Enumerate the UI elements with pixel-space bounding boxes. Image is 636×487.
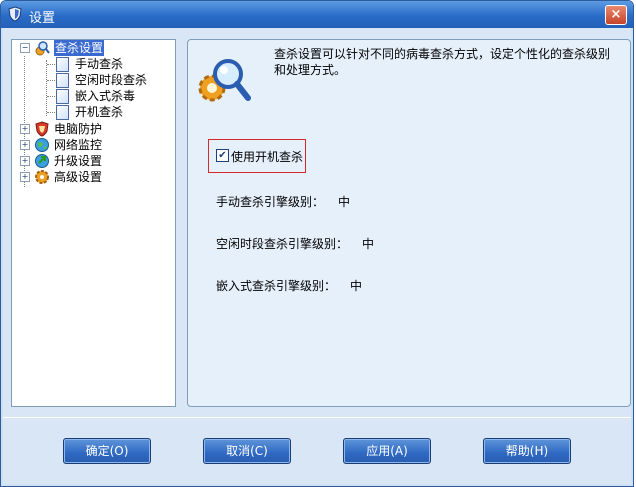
tree-connector bbox=[24, 56, 25, 187]
level-label: 手动查杀引擎级别： bbox=[216, 195, 325, 209]
magnifier-gear-icon bbox=[198, 59, 251, 102]
tree-item-label: 嵌入式杀毒 bbox=[75, 89, 136, 103]
boot-scan-label[interactable]: 使用开机查杀 bbox=[231, 148, 303, 165]
tree-connector bbox=[46, 60, 47, 116]
shield-icon bbox=[35, 121, 49, 137]
tree-item-label: 网络监控 bbox=[54, 138, 103, 152]
boot-scan-checkbox[interactable]: ✔ bbox=[216, 149, 229, 162]
help-button[interactable]: 帮助(H) bbox=[483, 438, 571, 464]
document-icon bbox=[56, 105, 69, 120]
document-icon bbox=[56, 57, 69, 72]
tree-item-label: 手动查杀 bbox=[75, 57, 124, 71]
collapse-icon[interactable]: − bbox=[20, 43, 30, 53]
expand-icon[interactable]: + bbox=[20, 156, 30, 166]
level-label: 空闲时段查杀引擎级别： bbox=[216, 237, 349, 251]
window-title: 设置 bbox=[29, 11, 56, 26]
level-value: 中 bbox=[350, 279, 363, 293]
tree-item-label: 空闲时段查杀 bbox=[75, 73, 148, 87]
magnifier-gear-icon bbox=[35, 41, 50, 56]
apply-button[interactable]: 应用(A) bbox=[343, 438, 431, 464]
title-bar[interactable]: 设置 × bbox=[1, 1, 633, 28]
idle-scan-level-row: 空闲时段查杀引擎级别： 中 bbox=[216, 235, 388, 252]
shield-icon bbox=[8, 6, 22, 22]
globe-icon bbox=[35, 138, 49, 152]
tree-connector bbox=[47, 96, 55, 97]
panel-description: 查杀设置可以针对不同的病毒查杀方式，设定个性化的查杀级别和处理方式。 bbox=[274, 47, 611, 77]
dialog-body: − 查杀设置 手动查杀 空闲时段查杀 嵌入式杀毒 开机查杀 + 电脑防护 + 网… bbox=[3, 28, 631, 484]
close-icon: × bbox=[610, 7, 622, 22]
manual-scan-level-row: 手动查杀引擎级别： 中 bbox=[216, 193, 364, 210]
level-label: 嵌入式查杀引擎级别： bbox=[216, 279, 337, 293]
settings-tree[interactable]: − 查杀设置 手动查杀 空闲时段查杀 嵌入式杀毒 开机查杀 + 电脑防护 + 网… bbox=[11, 39, 176, 407]
footer-divider bbox=[3, 417, 631, 418]
settings-window: 设置 × − 查杀设置 手动查杀 空闲时段查杀 嵌入式杀毒 开机查杀 + 电脑防… bbox=[0, 0, 634, 487]
document-icon bbox=[56, 73, 69, 88]
cancel-button[interactable]: 取消(C) bbox=[203, 438, 291, 464]
document-icon bbox=[56, 89, 69, 104]
tree-connector bbox=[47, 64, 55, 65]
tree-connector bbox=[47, 80, 55, 81]
close-button[interactable]: × bbox=[605, 5, 627, 25]
gear-icon bbox=[35, 170, 49, 184]
tree-item-label: 高级设置 bbox=[54, 170, 103, 184]
expand-icon[interactable]: + bbox=[20, 140, 30, 150]
tree-item-label: 升级设置 bbox=[54, 154, 103, 168]
level-value: 中 bbox=[362, 237, 375, 251]
expand-icon[interactable]: + bbox=[20, 172, 30, 182]
boot-scan-highlight: ✔ 使用开机查杀 bbox=[208, 139, 306, 173]
tree-item-label: 开机查杀 bbox=[75, 105, 124, 119]
level-value: 中 bbox=[338, 195, 351, 209]
globe-arrow-icon bbox=[35, 154, 49, 168]
tree-item-scan-settings[interactable]: − 查杀设置 bbox=[12, 40, 172, 56]
tree-connector bbox=[47, 112, 55, 113]
ok-button[interactable]: 确定(O) bbox=[63, 438, 151, 464]
expand-icon[interactable]: + bbox=[20, 124, 30, 134]
tree-item-label: 电脑防护 bbox=[54, 122, 103, 136]
settings-panel: 查杀设置可以针对不同的病毒查杀方式，设定个性化的查杀级别和处理方式。 ✔ 使用开… bbox=[187, 39, 631, 407]
embedded-scan-level-row: 嵌入式查杀引擎级别： 中 bbox=[216, 277, 376, 294]
tree-item-label: 查杀设置 bbox=[54, 40, 105, 56]
